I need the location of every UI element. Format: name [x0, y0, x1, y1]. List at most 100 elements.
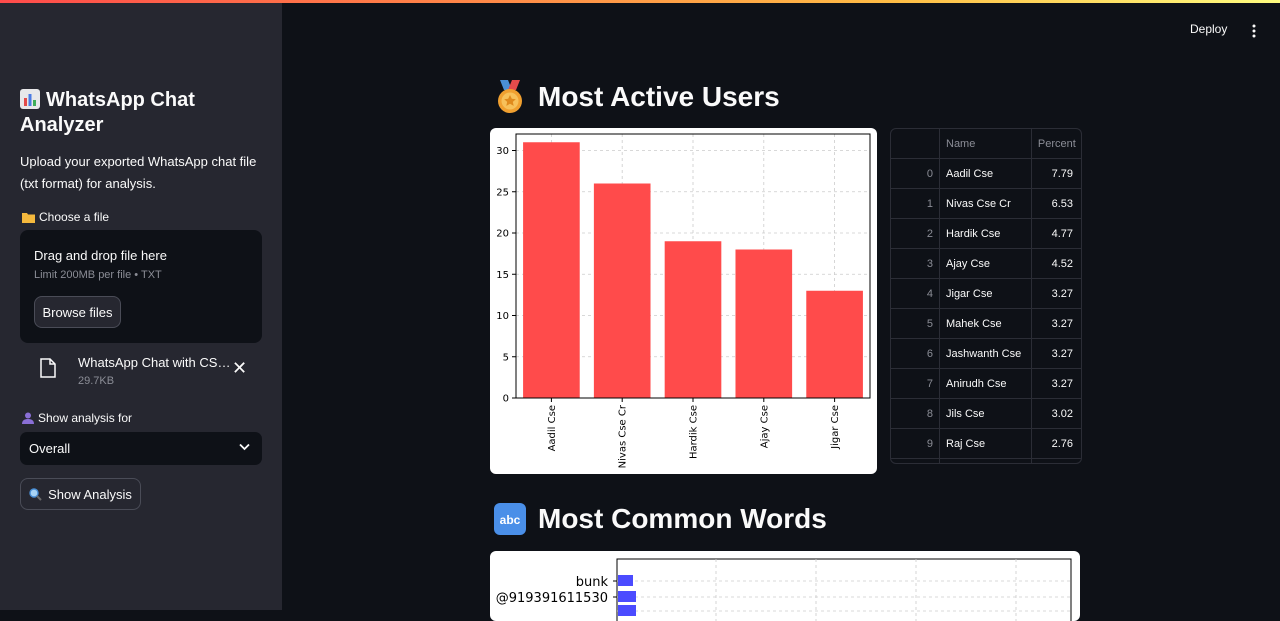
browse-files-button[interactable]: Browse files [34, 296, 121, 328]
row-name: Ajay Cse [939, 248, 1032, 279]
folder-icon [22, 212, 35, 223]
row-name: Jigar Cse [939, 278, 1032, 309]
bar [618, 575, 633, 586]
table-row: 9 Raj Cse 2.76 [891, 428, 1081, 459]
select-label: Show analysis for [22, 411, 132, 425]
y-tick-label: @919391611530 [496, 591, 608, 606]
row-percent: 7.79 [1031, 158, 1081, 189]
table-row: 3 Ajay Cse 4.52 [891, 248, 1081, 279]
y-tick-label: bunk [576, 575, 609, 590]
deploy-button[interactable]: Deploy [1190, 22, 1227, 36]
table-header-row: Name Percent [891, 129, 1081, 159]
row-name: Nivas Cse Cr [939, 188, 1032, 219]
main-menu-icon[interactable] [1252, 24, 1256, 38]
row-name: Aadil Cse [939, 158, 1032, 189]
uploaded-file: WhatsApp Chat with CSE ... 29.7KB ✕ [20, 350, 262, 394]
uploaded-file-name: WhatsApp Chat with CSE ... [78, 355, 238, 370]
select-value: Overall [29, 441, 71, 456]
active-users-chart: 0 5 10 15 20 25 30 Aadil Cse Nivas Cse Cr Hardik … [490, 128, 877, 474]
row-index: 5 [891, 308, 940, 339]
file-dropzone[interactable]: Drag and drop file here Limit 200MB per … [20, 230, 262, 343]
row-name: Jashwanth Cse [939, 338, 1032, 369]
most-active-users-title: Most Active Users [538, 81, 780, 112]
row-index: 2 [891, 218, 940, 249]
sidebar-title: WhatsApp Chat Analyzer [20, 88, 260, 138]
table-header-index [891, 129, 940, 159]
medal-icon [498, 80, 522, 113]
analysis-user-select[interactable]: Overall [20, 432, 262, 465]
row-percent: 4.77 [1031, 218, 1081, 249]
row-name: Jils Cse [939, 398, 1032, 429]
table-row: 0 Aadil Cse 7.79 [891, 158, 1081, 189]
row-name: Raj Cse [939, 428, 1032, 459]
table-row: 1 Nivas Cse Cr 6.53 [891, 188, 1081, 219]
table-header-percent: Percent [1031, 129, 1081, 159]
bar [735, 249, 793, 398]
y-tick-label: 25 [496, 187, 509, 198]
table-row: 7 Anirudh Cse 3.27 [891, 368, 1081, 399]
y-tick-label: 15 [496, 270, 509, 281]
bar [664, 241, 722, 398]
row-name: Hardik Cse [939, 218, 1032, 249]
row-percent: 4.52 [1031, 248, 1081, 279]
row-percent: 3.27 [1031, 368, 1081, 399]
chevron-down-icon [239, 443, 250, 451]
x-tick-label: Jigar Cse [830, 405, 841, 450]
row-percent: 3.27 [1031, 338, 1081, 369]
row-percent: 2.76 [1031, 428, 1081, 459]
most-active-users-heading: Most Active Users [494, 80, 780, 114]
table-row-partial [891, 458, 1081, 463]
show-analysis-label: Show Analysis [48, 486, 132, 502]
row-index: 8 [891, 398, 940, 429]
table-row: 5 Mahek Cse 3.27 [891, 308, 1081, 339]
row-index: 9 [891, 428, 940, 459]
abc-icon: abc [494, 503, 526, 535]
dropzone-title: Drag and drop file here [34, 248, 167, 263]
sidebar-description: Upload your exported WhatsApp chat file … [20, 154, 257, 191]
table-row: 2 Hardik Cse 4.77 [891, 218, 1081, 249]
table-row: 4 Jigar Cse 3.27 [891, 278, 1081, 309]
common-words-bar-chart: bunk@919391611530 [496, 558, 1072, 621]
row-index: 4 [891, 278, 940, 309]
row-index: 7 [891, 368, 940, 399]
bar-chart-icon [20, 89, 40, 109]
y-tick-label: 0 [503, 394, 509, 405]
bar [593, 183, 651, 398]
bar [618, 591, 636, 602]
row-index: 1 [891, 188, 940, 219]
y-tick-label: 10 [496, 311, 509, 322]
row-name: Anirudh Cse [939, 368, 1032, 399]
plot-frame [616, 558, 1072, 621]
row-index: 6 [891, 338, 940, 369]
x-tick-label: Aadil Cse [547, 405, 558, 451]
active-users-bar-chart: 0 5 10 15 20 25 30 Aadil Cse Nivas Cse Cr Hardik … [496, 133, 871, 468]
file-uploader-label: Choose a file [22, 210, 109, 224]
uploaded-file-size: 29.7KB [78, 375, 115, 387]
active-users-table[interactable]: Name Percent 0 Aadil Cse 7.79 1 Nivas Cse Cr… [890, 128, 1082, 464]
row-percent: 3.27 [1031, 278, 1081, 309]
bar [523, 142, 580, 398]
file-uploader-label-text: Choose a file [39, 210, 110, 224]
y-tick-label: 5 [503, 352, 509, 363]
bar [618, 605, 636, 616]
file-icon [40, 358, 56, 378]
row-percent: 3.27 [1031, 308, 1081, 339]
row-name: Mahek Cse [939, 308, 1032, 339]
x-tick-label: Nivas Cse Cr [618, 404, 629, 468]
most-common-words-heading: abc Most Common Words [494, 503, 827, 535]
show-analysis-button[interactable]: Show Analysis [20, 478, 141, 510]
row-index: 0 [891, 158, 940, 189]
magnifier-icon [29, 487, 42, 501]
sidebar: WhatsApp Chat Analyzer Upload your expor… [0, 3, 282, 610]
person-icon [22, 412, 34, 424]
table-row: 8 Jils Cse 3.02 [891, 398, 1081, 429]
remove-file-icon[interactable]: ✕ [232, 358, 247, 379]
y-tick-label: 30 [496, 146, 509, 157]
x-tick-label: Ajay Cse [759, 405, 770, 448]
bar [806, 290, 863, 398]
row-percent: 3.02 [1031, 398, 1081, 429]
common-words-chart: bunk @919391611530 [490, 551, 1080, 621]
most-common-words-title: Most Common Words [538, 503, 827, 534]
sidebar-title-text: WhatsApp Chat Analyzer [20, 89, 195, 136]
row-percent: 6.53 [1031, 188, 1081, 219]
